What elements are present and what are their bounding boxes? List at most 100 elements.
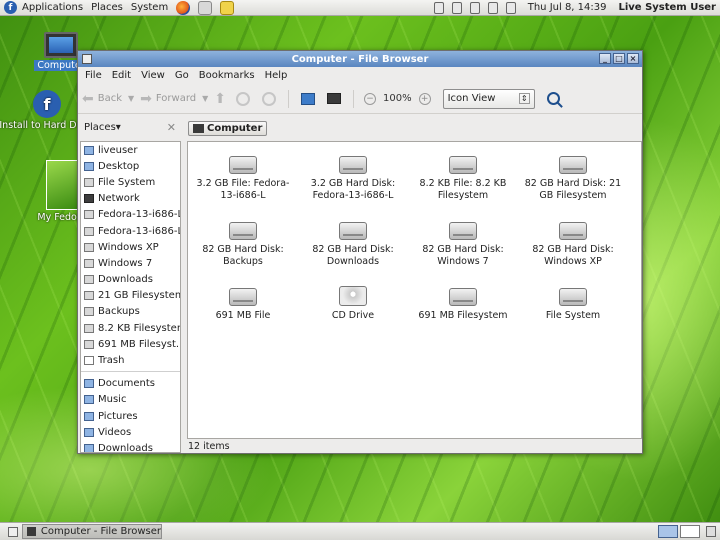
sidebar-item-videos[interactable]: Videos — [81, 424, 180, 440]
close-button[interactable]: × — [627, 53, 639, 64]
stop-icon[interactable] — [236, 91, 251, 106]
search-icon[interactable] — [546, 92, 560, 105]
file-item[interactable]: 82 GB Hard Disk: Downloads — [298, 216, 408, 276]
file-view[interactable]: 3.2 GB File: Fedora-13-i686-L 3.2 GB Har… — [187, 141, 642, 439]
file-label: 82 GB Hard Disk: Backups — [202, 244, 284, 267]
file-item[interactable]: 8.2 KB File: 8.2 KB Filesystem — [408, 150, 518, 210]
file-item[interactable]: 82 GB Hard Disk: Windows 7 — [408, 216, 518, 276]
notes-launcher-icon[interactable] — [220, 0, 235, 15]
display-tray-icon[interactable] — [505, 1, 516, 14]
path-button-computer[interactable]: Computer — [188, 120, 268, 136]
network-tray-icon[interactable] — [433, 1, 444, 14]
up-arrow-icon[interactable]: ⬆ — [214, 91, 226, 107]
firefox-launcher-icon[interactable] — [176, 0, 191, 15]
sidebar-item-liveuser[interactable]: liveuser — [81, 142, 180, 158]
window-menu-icon[interactable] — [82, 54, 92, 64]
file-label: File System — [545, 310, 601, 321]
menu-view[interactable]: View — [136, 70, 170, 81]
zoom-level[interactable]: 100% — [383, 93, 412, 104]
sidebar-item-file-system[interactable]: File System — [81, 174, 180, 190]
forward-label: Forward — [155, 93, 197, 104]
user-menu[interactable]: Live System User — [614, 0, 720, 16]
sidebar-item-8kb[interactable]: 8.2 KB Filesystem — [81, 320, 180, 336]
update-tray-icon[interactable] — [469, 1, 480, 14]
menu-file[interactable]: File — [80, 70, 107, 81]
drive-icon — [84, 323, 94, 333]
cd-drive-icon — [339, 286, 367, 306]
sidebar-item-fedora-1[interactable]: Fedora-13-i686-L — [81, 207, 180, 223]
view-mode-select[interactable]: Icon View ⇕ — [442, 88, 535, 109]
system-menu[interactable]: System — [127, 0, 172, 16]
computer-icon — [193, 123, 204, 133]
drive-icon — [559, 156, 587, 174]
path-bar: Computer — [188, 119, 268, 137]
show-desktop-icon[interactable] — [8, 526, 18, 537]
file-item[interactable]: File System — [518, 282, 628, 342]
workspace-2[interactable] — [680, 525, 700, 538]
home-folder-icon[interactable] — [301, 92, 316, 105]
clock[interactable]: Thu Jul 8, 14:39 — [520, 0, 615, 16]
menu-bookmarks[interactable]: Bookmarks — [194, 70, 260, 81]
sidebar-item-pictures[interactable]: Pictures — [81, 408, 180, 424]
close-sidebar-icon[interactable]: ✕ — [167, 121, 176, 134]
menu-edit[interactable]: Edit — [107, 70, 136, 81]
sidebar-item-backups[interactable]: Backups — [81, 304, 180, 320]
file-label: 3.2 GB File: Fedora-13-i686-L — [196, 178, 290, 201]
forward-history-dropdown-icon[interactable]: ▼ — [202, 94, 208, 103]
sidebar-item-desktop[interactable]: Desktop — [81, 158, 180, 174]
window-titlebar[interactable]: Computer - File Browser _ □ × — [78, 51, 642, 67]
file-item[interactable]: 82 GB Hard Disk: 21 GB Filesystem — [518, 150, 628, 210]
file-item[interactable]: 691 MB Filesystem — [408, 282, 518, 342]
battery-tray-icon[interactable] — [451, 1, 462, 14]
sidebar-type-select[interactable]: Places▾ — [84, 122, 121, 133]
folder-icon — [84, 443, 94, 452]
sidebar-item-fedora-2[interactable]: Fedora-13-i686-L — [81, 223, 180, 239]
back-button[interactable]: ⬅ Back ▼ — [82, 91, 134, 107]
zoom-in-icon[interactable]: + — [418, 92, 431, 105]
back-arrow-icon: ⬅ — [82, 90, 94, 107]
sidebar-item-windows-xp[interactable]: Windows XP — [81, 239, 180, 255]
sidebar-item-691mb[interactable]: 691 MB Filesyst... — [81, 336, 180, 352]
sidebar-item-trash[interactable]: Trash — [81, 352, 180, 368]
chevron-updown-icon: ⇕ — [518, 93, 530, 104]
back-history-dropdown-icon[interactable]: ▼ — [128, 94, 134, 103]
taskbar-button-file-browser[interactable]: Computer - File Browser — [22, 524, 162, 539]
file-item[interactable]: 82 GB Hard Disk: Backups — [188, 216, 298, 276]
sidebar-item-downloads[interactable]: Downloads — [81, 440, 180, 452]
menubar: File Edit View Go Bookmarks Help — [78, 67, 642, 84]
applications-menu[interactable]: f Applications — [0, 0, 87, 16]
file-item[interactable]: 691 MB File — [188, 282, 298, 342]
maximize-button[interactable]: □ — [613, 53, 625, 64]
sidebar-item-windows-7[interactable]: Windows 7 — [81, 255, 180, 271]
workspace-switcher — [658, 525, 700, 538]
menu-help[interactable]: Help — [260, 70, 293, 81]
file-label: CD Drive — [331, 310, 375, 321]
zoom-out-icon[interactable]: − — [364, 92, 377, 105]
trash-applet-icon[interactable] — [706, 526, 716, 537]
minimize-button[interactable]: _ — [599, 53, 611, 64]
file-item[interactable]: 82 GB Hard Disk: Windows XP — [518, 216, 628, 276]
drive-icon — [84, 210, 94, 220]
desktop-icon-install[interactable]: f Install to Hard Drive — [0, 90, 95, 131]
sidebar-item-21gb[interactable]: 21 GB Filesystem — [81, 288, 180, 304]
file-label: 691 MB Filesystem — [418, 310, 508, 321]
file-item[interactable]: 3.2 GB File: Fedora-13-i686-L — [188, 150, 298, 210]
computer-icon[interactable] — [327, 93, 342, 104]
workspace-1[interactable] — [658, 525, 678, 538]
sidebar-item-documents[interactable]: Documents — [81, 376, 180, 392]
menu-go[interactable]: Go — [170, 70, 194, 81]
toolbar: ⬅ Back ▼ ➡ Forward ▼ ⬆ − 100% + Icon Vie… — [78, 84, 642, 114]
sidebar-item-downloads-drive[interactable]: Downloads — [81, 272, 180, 288]
file-item[interactable]: CD Drive — [298, 282, 408, 342]
drive-icon — [84, 177, 94, 187]
sidebar-item-network[interactable]: Network — [81, 191, 180, 207]
mail-launcher-icon[interactable] — [198, 0, 213, 15]
forward-button[interactable]: ➡ Forward ▼ — [140, 91, 208, 107]
places-menu[interactable]: Places — [87, 0, 127, 16]
file-item[interactable]: 3.2 GB Hard Disk: Fedora-13-i686-L — [298, 150, 408, 210]
bottom-panel: Computer - File Browser — [0, 522, 720, 540]
file-label: 82 GB Hard Disk: 21 GB Filesystem — [524, 178, 622, 201]
sidebar-item-music[interactable]: Music — [81, 392, 180, 408]
reload-icon[interactable] — [262, 91, 277, 106]
volume-tray-icon[interactable] — [487, 1, 498, 14]
